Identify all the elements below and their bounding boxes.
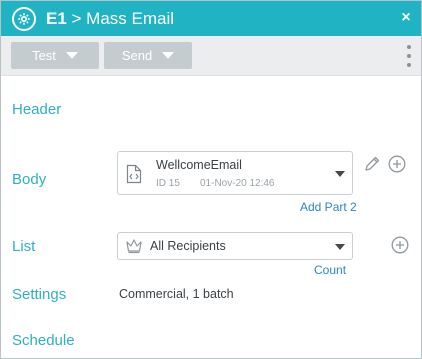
chevron-down-icon xyxy=(335,171,345,177)
toolbar: Test Send xyxy=(1,36,421,76)
chevron-down-icon xyxy=(65,52,78,59)
send-button-label: Send xyxy=(121,48,153,63)
code-file-icon xyxy=(126,164,142,189)
schedule-label[interactable]: Schedule xyxy=(12,332,75,350)
email-name: WellcomeEmail xyxy=(156,158,242,172)
window-title: E1 > Mass Email xyxy=(46,9,174,29)
settings-value: Commercial, 1 batch xyxy=(119,287,234,301)
mass-email-panel: E1 > Mass Email × Test Send Header Body … xyxy=(0,0,422,359)
chevron-down-icon xyxy=(162,52,175,59)
add-circle-icon[interactable] xyxy=(388,155,406,178)
close-icon[interactable]: × xyxy=(397,8,415,28)
send-button[interactable]: Send xyxy=(104,42,192,69)
list-label[interactable]: List xyxy=(12,238,35,256)
test-button[interactable]: Test xyxy=(11,42,99,69)
add-part-link[interactable]: Add Part 2 xyxy=(300,200,357,214)
title-prefix: E1 xyxy=(46,9,67,28)
list-selected-value: All Recipients xyxy=(150,239,226,253)
crown-icon xyxy=(125,238,143,259)
header-label[interactable]: Header xyxy=(12,101,61,119)
pencil-icon[interactable] xyxy=(363,155,381,178)
body-email-select[interactable]: WellcomeEmail ID 15 01-Nov-20 12:46 xyxy=(117,151,353,195)
title-bar: E1 > Mass Email × xyxy=(1,1,421,36)
test-button-label: Test xyxy=(32,48,56,63)
email-id: ID 15 xyxy=(156,178,180,189)
email-date: 01-Nov-20 12:46 xyxy=(200,178,275,189)
body-label[interactable]: Body xyxy=(12,171,46,189)
list-select[interactable]: All Recipients xyxy=(117,232,353,260)
chevron-down-icon xyxy=(335,244,345,250)
settings-label[interactable]: Settings xyxy=(12,286,66,304)
count-link[interactable]: Count xyxy=(314,263,346,277)
more-options-icon[interactable] xyxy=(406,45,412,67)
title-rest: > Mass Email xyxy=(66,9,175,28)
add-circle-icon[interactable] xyxy=(391,236,409,259)
gear-icon xyxy=(12,7,36,31)
